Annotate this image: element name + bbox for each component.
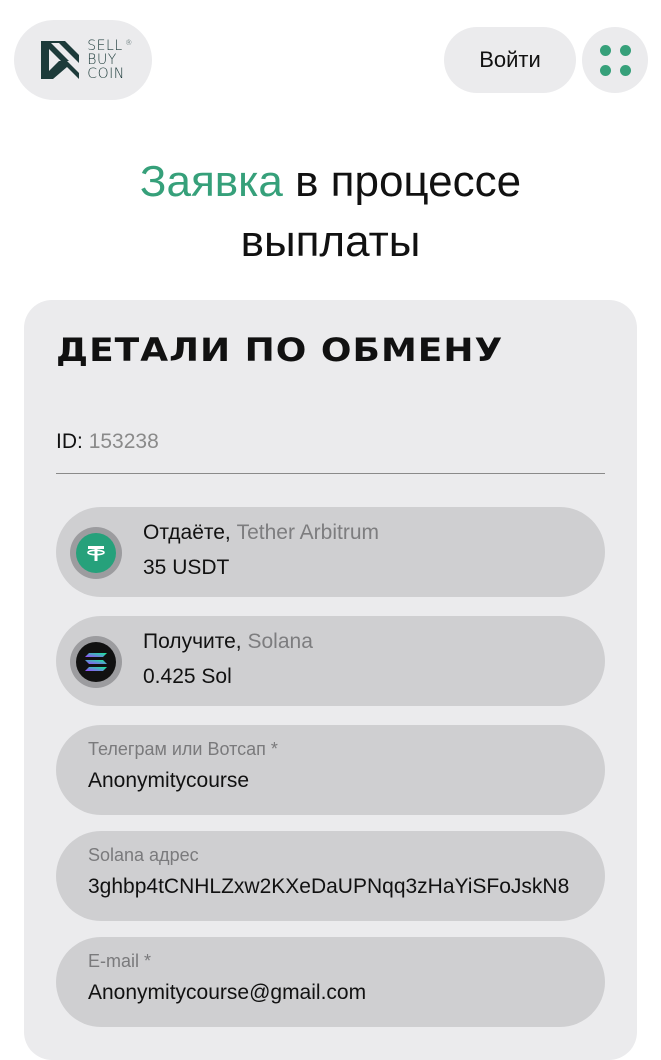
messenger-field-value[interactable]: Anonymitycourse: [88, 769, 249, 793]
receive-amount: 0.425 Sol: [143, 665, 232, 688]
divider: [56, 473, 605, 474]
logo-line-sell: SELL: [87, 38, 123, 54]
give-label: Отдаёте,: [143, 521, 231, 544]
email-field[interactable]: E-mail * Anonymitycourse@gmail.com: [56, 937, 605, 1027]
page-title-line2: выплаты: [240, 217, 421, 266]
messenger-field-label: Телеграм или Вотсап *: [88, 739, 278, 759]
page-title: Заявка в процессе выплаты: [0, 152, 661, 272]
order-id-label: ID:: [56, 430, 83, 453]
registered-mark: ®: [125, 39, 133, 47]
give-coin-badge: [70, 527, 122, 579]
receive-label: Получите,: [143, 630, 242, 653]
give-network: Tether Arbitrum: [236, 521, 379, 544]
solana-address-value[interactable]: 3ghbp4tCNHLZxw2KXeDaUPNqq3zHaYiSFoJskN8: [88, 875, 569, 899]
card-heading: ДЕТАЛИ ПО ОБМЕНУ: [56, 332, 504, 369]
receive-coin-badge: [70, 636, 122, 688]
receive-network: Solana: [247, 630, 313, 653]
page-title-accent: Заявка: [139, 157, 283, 206]
page-title-line1: в процессе: [282, 157, 522, 206]
logo-button[interactable]: SELL BUY COIN ®: [14, 20, 152, 100]
login-button[interactable]: Войти: [444, 27, 576, 93]
menu-button[interactable]: [582, 27, 648, 93]
solana-address-label: Solana адрес: [88, 845, 199, 865]
tether-icon: [76, 533, 116, 573]
email-field-label: E-mail *: [88, 951, 152, 971]
messenger-field[interactable]: Телеграм или Вотсап * Anonymitycourse: [56, 725, 605, 815]
grid-dots-icon: [599, 44, 631, 76]
solana-address-field[interactable]: Solana адрес 3ghbp4tCNHLZxw2KXeDaUPNqq3z…: [56, 831, 605, 921]
receive-currency-row: Получите, Solana 0.425 Sol: [56, 616, 605, 706]
logo-text: SELL BUY COIN ®: [87, 38, 132, 82]
give-amount: 35 USDT: [143, 556, 230, 579]
exchange-details-card: ДЕТАЛИ ПО ОБМЕНУ ID: 153238 Отдаёте, Tet…: [24, 300, 637, 1060]
order-id-value: 153238: [88, 430, 159, 453]
give-currency-row: Отдаёте, Tether Arbitrum 35 USDT: [56, 507, 605, 597]
logo-mark-icon: [41, 41, 80, 79]
logo-line-coin: COIN: [87, 66, 125, 82]
email-field-value[interactable]: Anonymitycourse@gmail.com: [88, 981, 366, 1005]
logo-line-buy: BUY: [87, 52, 117, 68]
solana-icon: [76, 642, 116, 682]
order-id: ID: 153238: [56, 430, 159, 454]
